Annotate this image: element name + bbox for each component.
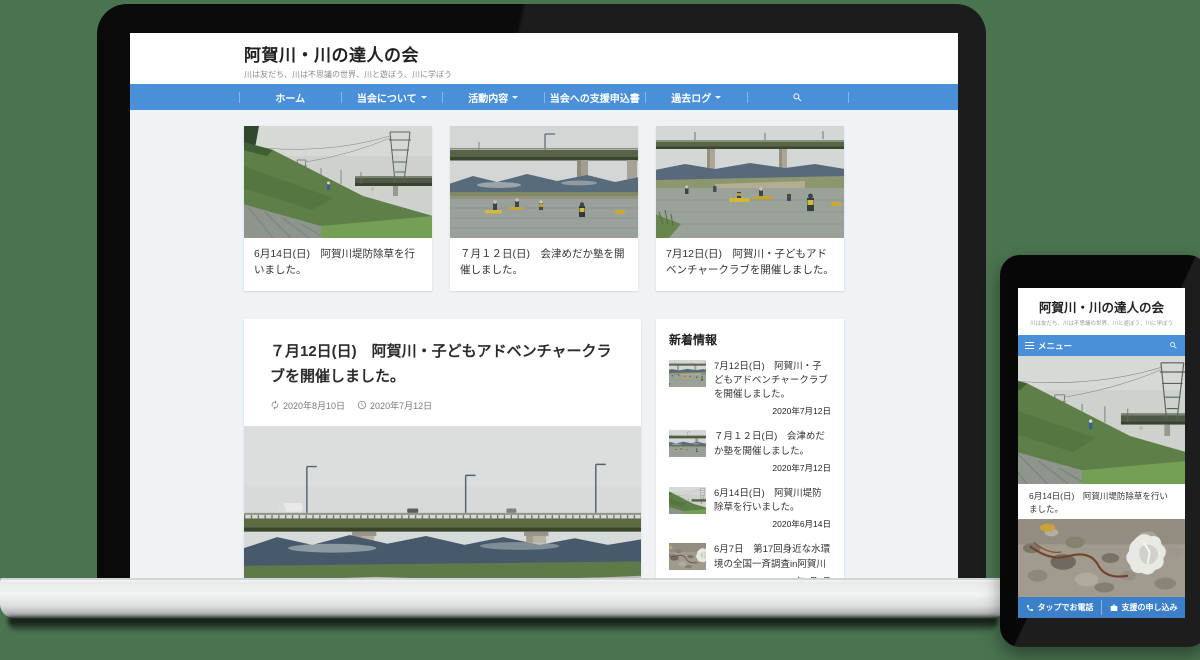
post-card-adventure[interactable]: 7月12日(日) 阿賀川・子どもアドベンチャークラブを開催しました。 xyxy=(656,126,844,291)
sidebar-post-date: 2020年7月12日 xyxy=(669,462,831,474)
sidebar-post-link[interactable]: 7月12日(日) 阿賀川・子どもアドベンチャークラブを開催しました。 2020年… xyxy=(669,360,831,418)
chevron-down-icon xyxy=(421,96,427,99)
post-card-title: 6月14日(日) 阿賀川堤防除草を行いました。 xyxy=(244,238,432,291)
nav-label: 過去ログ xyxy=(671,90,711,105)
site-main: 6月14日(日) 阿賀川堤防除草を行いました。 ７月１２日(日) 会津めだか塾を… xyxy=(130,110,958,580)
photo-medaka xyxy=(450,126,638,238)
published-date: 2020年7月12日 xyxy=(357,399,432,412)
mobile-site-header: 阿賀川・川の達人の会 川は友だち、川は不思議の世界、川と遊ぼう、川に学ぼう xyxy=(1018,288,1185,335)
photo-adventure xyxy=(656,126,844,238)
nav-item-support-form[interactable]: 当会への支援申込書 xyxy=(545,90,646,105)
nav-item-archive[interactable]: 過去ログ xyxy=(646,90,747,105)
sidebar-news: 新着情報 7月12日(日) 阿賀川・子どもアドベンチャークラブを開催しました。 … xyxy=(656,319,844,580)
nav-label: 活動内容 xyxy=(468,90,508,105)
sidebar-post-link[interactable]: 6月14日(日) 阿賀川堤防除草を行いました。 2020年6月14日 xyxy=(669,487,831,531)
phone-screen: 阿賀川・川の達人の会 川は友だち、川は不思議の世界、川と遊ぼう、川に学ぼう メニ… xyxy=(1018,288,1185,618)
sidebar-post-date: 2020年6月14日 xyxy=(669,518,831,530)
nav-label: 当会について xyxy=(357,90,417,105)
nav-label: 当会への支援申込書 xyxy=(550,90,640,105)
nav-item-about[interactable]: 当会について xyxy=(342,90,443,105)
sidebar-post-link[interactable]: 6月7日 第17回身近な水環境の全国一斉調査in阿賀川 2020年6月7日 xyxy=(669,543,831,580)
mobile-photo-rocks xyxy=(1018,519,1185,597)
updated-date-text: 2020年8月10日 xyxy=(283,399,345,412)
sidebar-post-title: 7月12日(日) 阿賀川・子どもアドベンチャークラブを開催しました。 xyxy=(714,360,831,403)
support-button-label: 支援の申し込み xyxy=(1122,602,1178,613)
mobile-menu-bar: メニュー xyxy=(1018,335,1185,356)
laptop-shadow xyxy=(8,617,998,632)
mobile-site-title[interactable]: 阿賀川・川の達人の会 xyxy=(1018,297,1185,316)
post-card-title: 7月12日(日) 阿賀川・子どもアドベンチャークラブを開催しました。 xyxy=(656,238,844,291)
search-icon xyxy=(792,92,803,103)
clock-icon xyxy=(357,400,367,410)
chevron-down-icon xyxy=(715,96,721,99)
sidebar-heading: 新着情報 xyxy=(669,331,831,348)
sidebar-post-title: 6月7日 第17回身近な水環境の全国一斉調査in阿賀川 xyxy=(714,543,831,572)
briefcase-icon xyxy=(1110,604,1118,612)
site-header: 阿賀川・川の達人の会 川は友だち、川は不思議の世界、川と遊ぼう、川に学ぼう xyxy=(130,33,958,84)
mobile-post-caption[interactable]: 6月14日(日) 阿賀川堤防除草を行いました。 xyxy=(1018,484,1185,519)
photo-levee xyxy=(244,126,432,238)
sidebar-post-date: 2020年7月12日 xyxy=(669,405,831,417)
nav-item-home[interactable]: ホーム xyxy=(240,90,341,105)
thumb-rocks xyxy=(669,543,706,570)
laptop-screen: 阿賀川・川の達人の会 川は友だち、川は不思議の世界、川と遊ぼう、川に学ぼう ホー… xyxy=(130,33,958,580)
post-card-levee[interactable]: 6月14日(日) 阿賀川堤防除草を行いました。 xyxy=(244,126,432,291)
nav-divider xyxy=(848,92,849,103)
updated-date: 2020年8月10日 xyxy=(270,399,345,412)
nav-item-activities[interactable]: 活動内容 xyxy=(443,90,544,105)
call-button-label: タップでお電話 xyxy=(1038,602,1094,613)
mobile-photo-levee xyxy=(1018,356,1185,484)
hamburger-icon xyxy=(1025,342,1034,349)
thumb-levee xyxy=(669,487,706,514)
search-button[interactable] xyxy=(748,92,849,103)
phone-icon xyxy=(1026,604,1034,612)
main-nav: ホーム 当会について 活動内容 当会への支援申込書 過去ログ xyxy=(130,84,958,110)
thumb-medaka xyxy=(669,430,706,457)
search-icon xyxy=(1169,341,1178,350)
mobile-footer-bar: タップでお電話 支援の申し込み xyxy=(1018,597,1185,618)
post-cards-row: 6月14日(日) 阿賀川堤防除草を行いました。 ７月１２日(日) 会津めだか塾を… xyxy=(244,126,844,291)
menu-label: メニュー xyxy=(1038,340,1072,352)
chevron-down-icon xyxy=(512,96,518,99)
nav-label: ホーム xyxy=(275,90,305,105)
mobile-site-tagline: 川は友だち、川は不思議の世界、川と遊ぼう、川に学ぼう xyxy=(1018,319,1185,327)
phone-bezel: 阿賀川・川の達人の会 川は友だち、川は不思議の世界、川と遊ぼう、川に学ぼう メニ… xyxy=(1000,255,1200,647)
sidebar-post-title: 6月14日(日) 阿賀川堤防除草を行いました。 xyxy=(714,487,831,516)
article-title: ７月12日(日) 阿賀川・子どもアドベンチャークラブを開催しました。 xyxy=(244,319,641,390)
refresh-icon xyxy=(270,400,280,410)
article-meta: 2020年8月10日 2020年7月12日 xyxy=(244,390,641,426)
post-card-title: ７月１２日(日) 会津めだか塾を開催しました。 xyxy=(450,238,638,291)
site-title[interactable]: 阿賀川・川の達人の会 xyxy=(244,41,844,66)
laptop-base xyxy=(0,578,1006,618)
search-button[interactable] xyxy=(1169,341,1178,350)
post-card-medaka[interactable]: ７月１２日(日) 会津めだか塾を開催しました。 xyxy=(450,126,638,291)
sidebar-post-title: ７月１２日(日) 会津めだか塾を開催しました。 xyxy=(714,430,831,459)
laptop-bezel: 阿賀川・川の達人の会 川は友だち、川は不思議の世界、川と遊ぼう、川に学ぼう ホー… xyxy=(97,4,986,580)
thumb-adventure xyxy=(669,360,706,387)
article-photo-bridge xyxy=(244,426,641,580)
site-tagline: 川は友だち、川は不思議の世界、川と遊ぼう、川に学ぼう xyxy=(244,69,844,80)
call-button[interactable]: タップでお電話 xyxy=(1018,597,1101,618)
support-button[interactable]: 支援の申し込み xyxy=(1102,597,1185,618)
menu-button[interactable]: メニュー xyxy=(1025,340,1072,352)
article-main: ７月12日(日) 阿賀川・子どもアドベンチャークラブを開催しました。 2020年… xyxy=(244,319,641,580)
sidebar-post-link[interactable]: ７月１２日(日) 会津めだか塾を開催しました。 2020年7月12日 xyxy=(669,430,831,474)
published-date-text: 2020年7月12日 xyxy=(370,399,432,412)
